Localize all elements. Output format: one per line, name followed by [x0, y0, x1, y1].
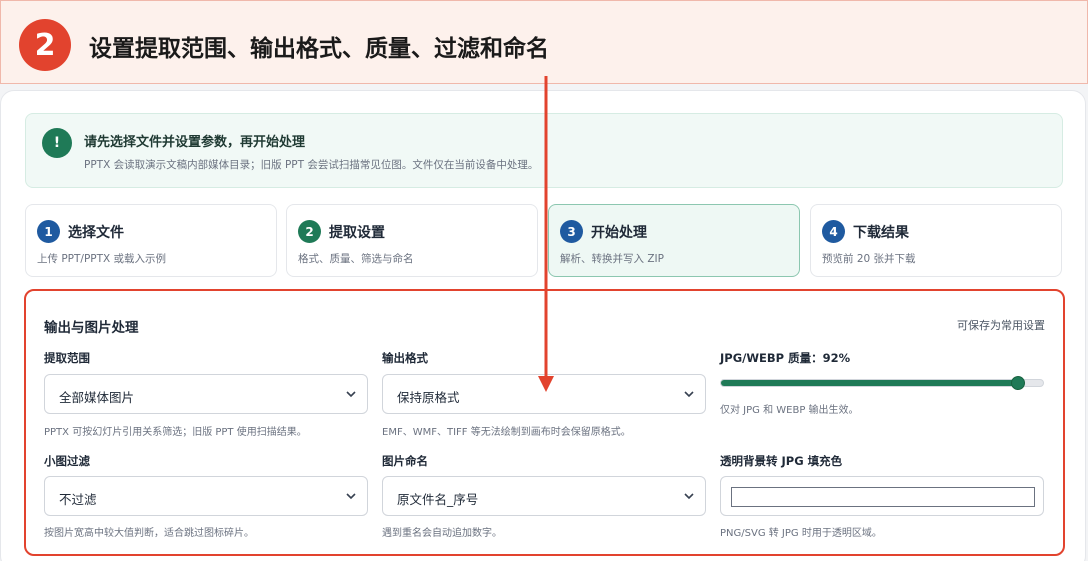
filter-label: 小图过滤: [44, 454, 90, 468]
step-subtitle: 解析、转换并写入 ZIP: [560, 253, 664, 265]
naming-select-value: 原文件名_序号: [397, 492, 479, 507]
naming-hint: 遇到重名会自动追加数字。: [382, 528, 502, 539]
naming-label: 图片命名: [382, 454, 428, 468]
step-select-file[interactable]: 1 选择文件 上传 PPT/PPTX 或载入示例: [25, 204, 277, 277]
filter-hint: 按图片宽高中较大值判断，适合跳过图标碎片。: [44, 528, 254, 539]
annotation-arrow-icon: [538, 76, 554, 392]
quality-slider-fill: [721, 380, 1020, 386]
banner-title: 设置提取范围、输出格式、质量、过滤和命名: [89, 36, 549, 62]
exclamation-icon: !: [42, 128, 72, 158]
quality-slider-handle[interactable]: [1011, 376, 1026, 390]
scope-hint: PPTX 可按幻灯片引用关系筛选；旧版 PPT 使用扫描结果。: [44, 427, 307, 438]
scope-select-value: 全部媒体图片: [59, 390, 135, 405]
step-title: 开始处理: [591, 225, 647, 241]
notice-title: 请先选择文件并设置参数，再开始处理: [84, 135, 306, 150]
fill-color-label: 透明背景转 JPG 填充色: [720, 454, 843, 468]
chevron-down-icon: [346, 391, 356, 398]
fill-color-swatch: [731, 487, 1035, 507]
format-hint: EMF、WMF、TIFF 等无法绘制到画布时会保留原格式。: [382, 427, 631, 438]
save-as-preset-link[interactable]: 可保存为常用设置: [957, 317, 1045, 333]
step-title: 选择文件: [68, 225, 124, 241]
step-number: 4: [822, 220, 845, 243]
chevron-down-icon: [684, 493, 694, 500]
chevron-down-icon: [346, 493, 356, 500]
step-number: 3: [560, 220, 583, 243]
step-title: 提取设置: [329, 225, 385, 241]
step-extract-settings[interactable]: 2 提取设置 格式、质量、筛选与命名: [286, 204, 538, 277]
quality-slider[interactable]: [720, 379, 1044, 387]
step-download-results[interactable]: 4 下载结果 预览前 20 张并下载: [810, 204, 1062, 277]
small-image-filter-select[interactable]: 不过滤: [44, 476, 368, 516]
quality-label: JPG/WEBP 质量：92%: [720, 351, 851, 365]
filter-select-value: 不过滤: [59, 492, 97, 507]
step-subtitle: 预览前 20 张并下载: [822, 253, 916, 265]
format-select-value: 保持原格式: [397, 390, 460, 405]
naming-select[interactable]: 原文件名_序号: [382, 476, 706, 516]
step-number-badge: 2: [19, 19, 71, 71]
scope-label: 提取范围: [44, 351, 90, 365]
step-subtitle: 上传 PPT/PPTX 或载入示例: [37, 253, 167, 265]
step-subtitle: 格式、质量、筛选与命名: [298, 253, 414, 265]
section-title: 输出与图片处理: [44, 320, 139, 336]
notice-text: PPTX 会读取演示文稿内部媒体目录；旧版 PPT 会尝试扫描常见位图。文件仅在…: [84, 159, 539, 171]
step-number: 2: [298, 220, 321, 243]
chevron-down-icon: [684, 391, 694, 398]
fill-color-hint: PNG/SVG 转 JPG 时用于透明区域。: [720, 528, 882, 539]
step-banner: 2 设置提取范围、输出格式、质量、过滤和命名: [0, 0, 1088, 84]
quality-hint: 仅对 JPG 和 WEBP 输出生效。: [720, 405, 859, 416]
format-label: 输出格式: [382, 351, 428, 365]
step-start-processing[interactable]: 3 开始处理 解析、转换并写入 ZIP: [548, 204, 800, 277]
step-number: 1: [37, 220, 60, 243]
fill-color-input[interactable]: [720, 476, 1044, 516]
step-title: 下载结果: [853, 225, 909, 241]
scope-select[interactable]: 全部媒体图片: [44, 374, 368, 414]
